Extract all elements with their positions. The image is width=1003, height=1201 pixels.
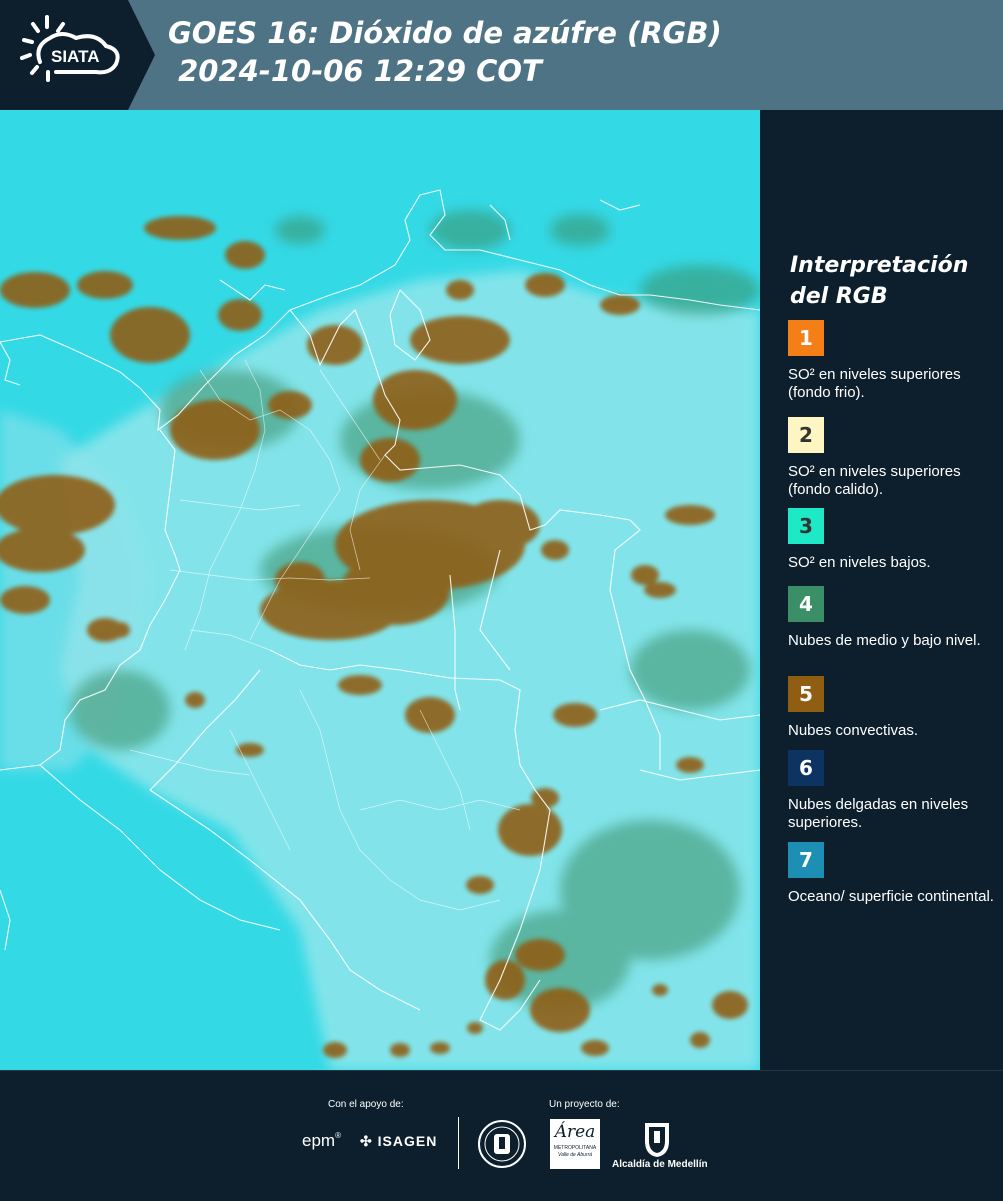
legend-swatch-1: 1 [788, 320, 824, 356]
legend-swatch-2: 2 [788, 417, 824, 453]
legend-item-2: 2 SO² en niveles superiores (fondo calid… [788, 417, 998, 499]
legend-label-1: SO² en niveles superiores (fondo frio). [788, 366, 961, 401]
siata-logo-panel: SIATA [0, 0, 155, 110]
legend-label-6: Nubes delgadas en niveles superiores. [788, 796, 969, 831]
legend-title: Interpretación del RGB [790, 253, 969, 309]
siata-logo-text: SIATA [51, 47, 99, 66]
legend-label-3: SO² en niveles bajos. [788, 554, 931, 571]
legend-item-7: 7 Oceano/ superficie continental. [788, 842, 998, 906]
satellite-imagery [0, 110, 760, 1070]
medellin-seal-icon [478, 1120, 526, 1168]
legend-item-6: 6 Nubes delgadas en niveles superiores. [788, 750, 998, 832]
project-caption: Un proyecto de: [549, 1099, 620, 1110]
alcaldia-logo-text: Alcaldía de Medellín [612, 1159, 708, 1170]
legend-label-2: SO² en niveles superiores (fondo calido)… [788, 463, 961, 498]
area-logo-sub: METROPOLITANA [553, 1145, 597, 1151]
legend-swatch-5: 5 [788, 676, 824, 712]
legend-item-1: 1 SO² en niveles superiores (fondo frio)… [788, 320, 998, 402]
area-logo-text: Área [554, 1122, 596, 1142]
legend-swatch-7: 7 [788, 842, 824, 878]
legend-swatch-6: 6 [788, 750, 824, 786]
isagen-icon: ✣ [360, 1133, 373, 1149]
header-bar: SIATA GOES 16: Dióxido de azúfre (RGB) 2… [0, 0, 1003, 110]
epm-logo-text: epm [302, 1131, 336, 1150]
legend-item-4: 4 Nubes de medio y bajo nivel. [788, 586, 998, 650]
isagen-logo: ✣ ISAGEN [360, 1133, 437, 1150]
footer-bar: Con el apoyo de: Un proyecto de: epm® ✣ … [0, 1070, 1003, 1201]
support-caption: Con el apoyo de: [328, 1099, 404, 1110]
satellite-map[interactable] [0, 110, 760, 1070]
alcaldia-coat-of-arms-icon [645, 1123, 669, 1157]
footer-divider [458, 1117, 459, 1169]
legend-item-5: 5 Nubes convectivas. [788, 676, 998, 740]
page-title: GOES 16: Dióxido de azúfre (RGB) 2024-10… [168, 16, 722, 88]
legend-label-7: Oceano/ superficie continental. [788, 888, 994, 905]
legend-label-5: Nubes convectivas. [788, 722, 919, 739]
legend-swatch-3: 3 [788, 508, 824, 544]
legend-swatch-4: 4 [788, 586, 824, 622]
legend-panel: Interpretación del RGB 1 SO² en niveles … [760, 110, 1003, 1070]
epm-logo: epm® [302, 1131, 341, 1150]
area-metropolitana-logo: Área METROPOLITANA Valle de Aburrá [550, 1119, 600, 1169]
legend-item-3: 3 SO² en niveles bajos. [788, 508, 998, 572]
isagen-logo-text: ISAGEN [377, 1133, 438, 1149]
legend-label-4: Nubes de medio y bajo nivel. [788, 632, 981, 649]
area-logo-sub2: Valle de Aburrá [557, 1152, 593, 1158]
